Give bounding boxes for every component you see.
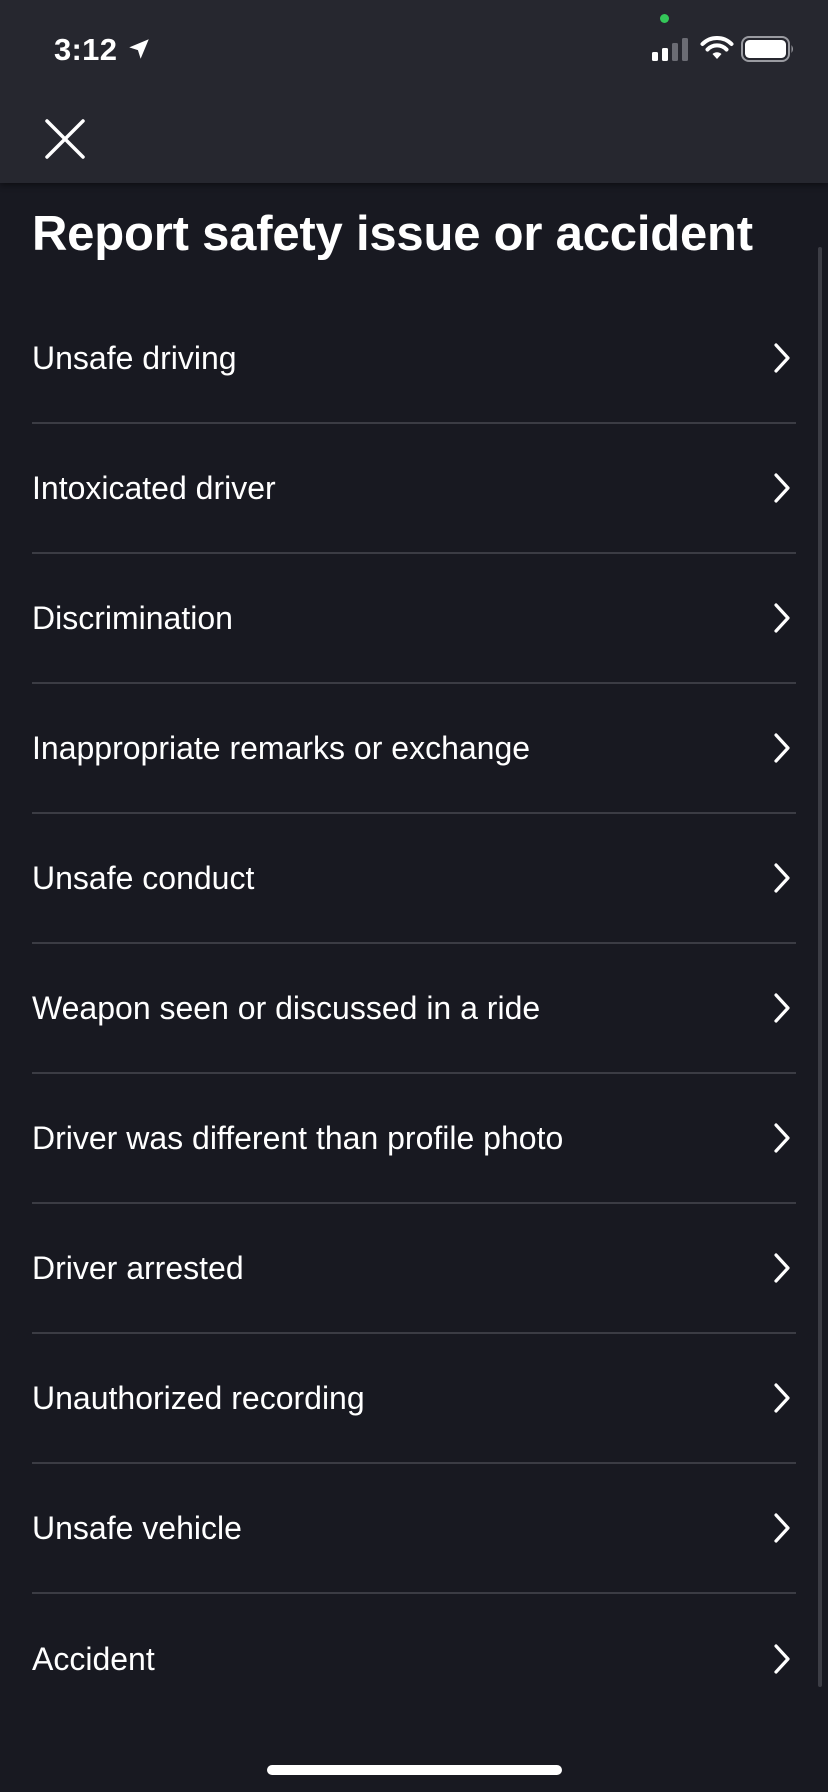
option-unsafe-conduct[interactable]: Unsafe conduct [32, 814, 796, 944]
chevron-right-icon [774, 993, 790, 1023]
option-label: Accident [32, 1641, 155, 1677]
option-intoxicated-driver[interactable]: Intoxicated driver [32, 424, 796, 554]
battery-icon [741, 36, 793, 62]
close-icon [45, 119, 85, 159]
chevron-right-icon [774, 733, 790, 763]
option-label: Unsafe conduct [32, 860, 255, 896]
chevron-right-icon [774, 1644, 790, 1674]
option-discrimination[interactable]: Discrimination [32, 554, 796, 684]
option-label: Driver was different than profile photo [32, 1120, 564, 1156]
chevron-right-icon [774, 1123, 790, 1153]
privacy-indicator-dot [660, 14, 669, 23]
option-inappropriate-remarks[interactable]: Inappropriate remarks or exchange [32, 684, 796, 814]
option-unauthorized-recording[interactable]: Unauthorized recording [32, 1334, 796, 1464]
option-label: Unsafe driving [32, 340, 237, 376]
page-title: Report safety issue or accident [32, 207, 753, 261]
option-driver-different[interactable]: Driver was different than profile photo [32, 1074, 796, 1204]
option-label: Intoxicated driver [32, 470, 276, 506]
cellular-signal-icon [652, 38, 688, 61]
option-driver-arrested[interactable]: Driver arrested [32, 1204, 796, 1334]
option-accident[interactable]: Accident [32, 1594, 796, 1724]
home-indicator [267, 1765, 562, 1775]
option-label: Driver arrested [32, 1250, 244, 1286]
option-label: Weapon seen or discussed in a ride [32, 990, 541, 1026]
top-bar: 3:12 [0, 0, 828, 183]
scrollbar[interactable] [818, 247, 822, 1687]
option-label: Inappropriate remarks or exchange [32, 730, 531, 766]
chevron-right-icon [774, 1253, 790, 1283]
option-label: Unauthorized recording [32, 1380, 365, 1416]
chevron-right-icon [774, 863, 790, 893]
option-label: Unsafe vehicle [32, 1510, 242, 1546]
location-arrow-icon [129, 39, 149, 59]
wifi-icon [700, 36, 734, 59]
option-unsafe-driving[interactable]: Unsafe driving [32, 294, 796, 424]
chevron-right-icon [774, 1383, 790, 1413]
option-unsafe-vehicle[interactable]: Unsafe vehicle [32, 1464, 796, 1594]
close-button[interactable] [38, 112, 92, 166]
safety-options-list: Unsafe driving Intoxicated driver Discri… [32, 294, 796, 1724]
option-weapon-seen[interactable]: Weapon seen or discussed in a ride [32, 944, 796, 1074]
chevron-right-icon [774, 603, 790, 633]
chevron-right-icon [774, 473, 790, 503]
option-label: Discrimination [32, 600, 233, 636]
chevron-right-icon [774, 1513, 790, 1543]
status-time: 3:12 [54, 32, 118, 67]
chevron-right-icon [774, 343, 790, 373]
